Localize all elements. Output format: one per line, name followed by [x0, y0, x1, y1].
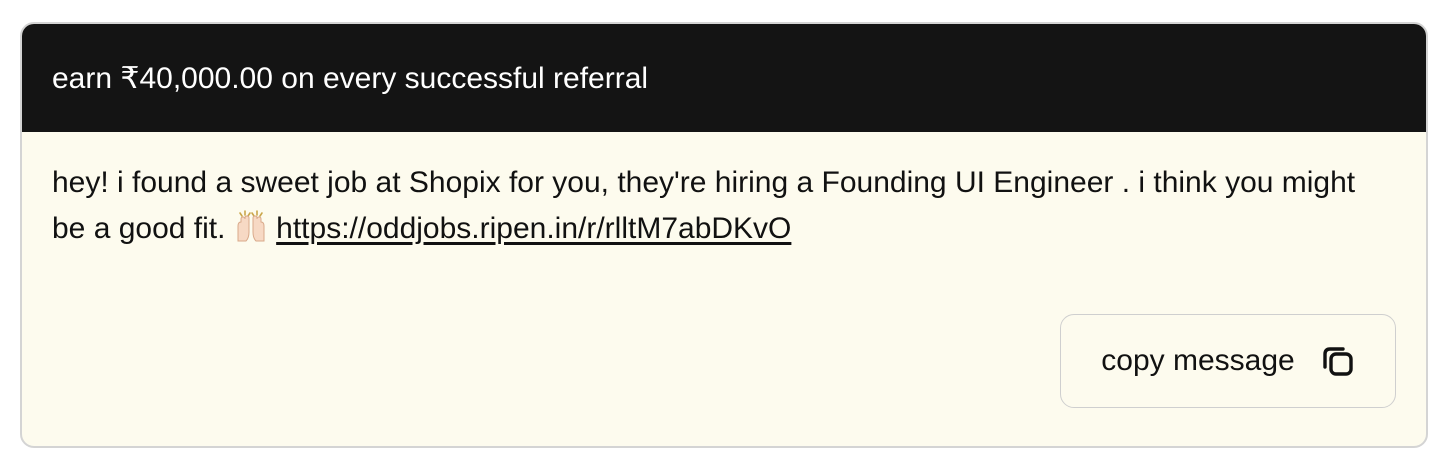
referral-link[interactable]: https://oddjobs.ripen.in/r/rlltM7abDKvO: [276, 212, 791, 245]
referral-title: earn ₹40,000.00 on every successful refe…: [52, 61, 649, 95]
referral-header: earn ₹40,000.00 on every successful refe…: [22, 24, 1426, 132]
referral-message: hey! i found a sweet job at Shopix for y…: [22, 132, 1426, 252]
referral-card: earn ₹40,000.00 on every successful refe…: [20, 22, 1428, 448]
raising-hands-icon: [237, 210, 265, 242]
copy-message-button[interactable]: copy message: [1060, 314, 1396, 408]
copy-icon: [1323, 347, 1353, 376]
copy-message-label: copy message: [1101, 344, 1295, 377]
